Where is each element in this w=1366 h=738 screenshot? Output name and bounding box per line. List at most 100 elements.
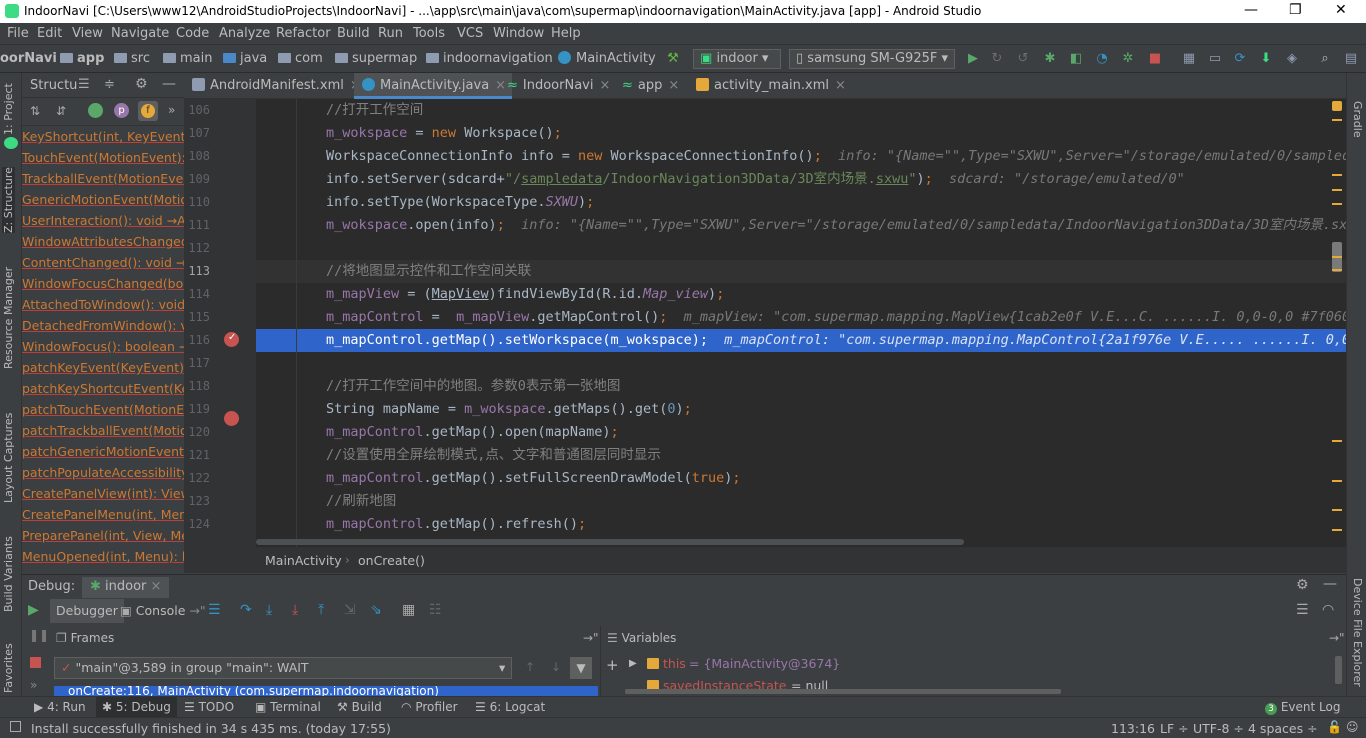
inspector-icon[interactable]: ☺ [1346, 720, 1359, 734]
structure-item[interactable]: GenericMotionEvent(MotionE [22, 192, 184, 213]
gear-icon[interactable]: ⚙ [135, 76, 148, 92]
structure-item[interactable]: PreparePanel(int, View, Men [22, 528, 184, 549]
horizontal-scrollbar[interactable] [625, 689, 1061, 694]
close-tab-icon[interactable]: × [668, 78, 679, 93]
menu-help[interactable]: Help [551, 26, 581, 41]
frame-row[interactable]: onCreate:116, MainActivity (com.supermap… [54, 686, 598, 696]
structure-item[interactable]: AttachedToWindow(): void → [22, 297, 184, 318]
hide-icon[interactable]: — [162, 76, 176, 92]
crumb-supermap[interactable]: supermap [335, 51, 417, 66]
up-arrow-icon[interactable]: ↑ [525, 660, 535, 674]
more-icon[interactable]: » [30, 678, 37, 692]
profile-icon[interactable]: ◔ [1095, 52, 1109, 66]
menu-code[interactable]: Code [176, 26, 209, 41]
fields-toggle[interactable]: f [138, 101, 158, 121]
structure-item[interactable]: patchGenericMotionEvent(M [22, 444, 184, 465]
structure-item[interactable]: DetachedFromWindow(): voi [22, 318, 184, 339]
close-tab-icon[interactable]: × [151, 579, 162, 594]
menu-tools[interactable]: Tools [413, 26, 445, 41]
coverage-icon[interactable]: ◧ [1069, 52, 1083, 66]
more-icon[interactable]: » [168, 103, 175, 117]
settings-icon[interactable]: ▤ [1344, 52, 1358, 66]
layout-captures-tab[interactable]: Layout Captures [2, 413, 15, 503]
logcat-tab[interactable]: ☰ 6: Logcat [475, 700, 545, 714]
var-this-name[interactable]: this [663, 656, 686, 671]
tab-app[interactable]: ≈ app × [614, 73, 685, 99]
tab-androidmanifest[interactable]: AndroidManifest.xml× [184, 73, 367, 99]
event-log-tab[interactable]: 3 Event Log [1265, 700, 1340, 715]
lock-icon[interactable]: 🔓 [1327, 720, 1342, 734]
search-icon[interactable]: ⌕ [1318, 52, 1332, 66]
crumb-com[interactable]: com [278, 51, 323, 66]
crumb-mainactivity[interactable]: MainActivity [558, 51, 656, 66]
hammer-icon[interactable]: ⚒ [666, 52, 680, 66]
structure-item[interactable]: ContentChanged(): void →Ac [22, 255, 184, 276]
sort-alpha-icon[interactable]: ⇵ [56, 104, 66, 118]
structure-item[interactable]: UserInteraction(): void →Act [22, 213, 184, 234]
tab-indoornavi[interactable]: ≈ IndoorNavi × [499, 73, 616, 99]
gauge-icon[interactable]: ◠ [1322, 602, 1334, 618]
structure-item[interactable]: WindowAttributesChanged(L [22, 234, 184, 255]
layout-icon[interactable]: ☰ [1296, 602, 1309, 618]
breakpoint-icon[interactable] [224, 411, 239, 426]
menu-file[interactable]: File [7, 26, 29, 41]
favorites-tab[interactable]: Favorites [2, 643, 15, 693]
expand-icon[interactable]: ≑ [104, 77, 115, 92]
layout-inspector-icon[interactable]: ◈ [1285, 52, 1299, 66]
close-tab-icon[interactable]: × [835, 78, 846, 93]
profiler-tab[interactable]: ◠ Profiler [401, 700, 458, 714]
run-to-cursor-icon[interactable]: ⇘ [370, 602, 382, 618]
device-file-explorer-tab[interactable]: Device File Explorer [1351, 578, 1364, 687]
vertical-scrollbar[interactable] [1335, 656, 1342, 684]
properties-icon[interactable]: p [114, 103, 129, 118]
run-tab[interactable]: ▶ 4: Run [34, 700, 86, 714]
step-into-icon[interactable]: ⤓ [266, 602, 272, 618]
menu-navigate[interactable]: Navigate [111, 26, 169, 41]
pin-icon[interactable]: →" [1329, 631, 1345, 645]
close-button[interactable]: ✕ [1335, 2, 1347, 18]
stop-icon[interactable]: ■ [1148, 52, 1162, 66]
structure-item[interactable]: MenuOpened(int, Menu): bo [22, 549, 184, 568]
thread-dropdown[interactable]: ✓ "main"@3,589 in group "main": WAIT ▾ [54, 657, 512, 679]
structure-item[interactable]: patchKeyEvent(KeyEvent): b [22, 360, 184, 381]
breakpoint-icon[interactable]: ✓ [224, 332, 239, 347]
evaluate-icon[interactable]: ▦ [402, 602, 415, 618]
show-execution-point-icon[interactable]: ☰ [208, 602, 221, 618]
tab-mainactivity[interactable]: MainActivity.java × [354, 73, 513, 99]
crumb-app[interactable]: app [60, 51, 104, 66]
step-out-icon[interactable]: ⤒ [318, 602, 324, 618]
structure-item[interactable]: KeyShortcut(int, KeyEvent): b [22, 129, 184, 150]
trace-icon[interactable]: ☷ [429, 602, 442, 618]
gradle-tab[interactable]: Gradle [1351, 101, 1364, 138]
sdk-manager-icon[interactable]: ⬇ [1259, 52, 1273, 66]
debugger-tab[interactable]: Debugger [50, 599, 124, 623]
crumb-indoornavigation[interactable]: indoornavigation [426, 51, 553, 66]
minimize-button[interactable]: — [1244, 2, 1258, 18]
expand-arrow-icon[interactable]: ▶ [629, 658, 637, 669]
breadcrumb-method[interactable]: onCreate() [358, 553, 425, 568]
project-tool-tab[interactable]: 1: Project [2, 83, 15, 135]
run-icon[interactable]: ▶ [966, 52, 980, 66]
crumb-src[interactable]: src [114, 51, 150, 66]
breadcrumb-class[interactable]: MainActivity [265, 553, 342, 568]
apply-changes-icon[interactable]: ↻ [990, 52, 1004, 66]
crumb-main[interactable]: main [163, 51, 212, 66]
structure-item[interactable]: CreatePanelView(int): View → [22, 486, 184, 507]
drop-frame-icon[interactable]: ⇲ [344, 602, 356, 618]
build-tab[interactable]: ⚒ Build [337, 700, 382, 714]
structure-item[interactable]: patchKeyShortcutEvent(KeyE [22, 381, 184, 402]
todo-tab[interactable]: ☰ TODO [184, 700, 234, 714]
line-separator[interactable]: LF ÷ [1160, 721, 1189, 736]
down-arrow-icon[interactable]: ↓ [551, 660, 561, 674]
project-structure-icon[interactable]: ▦ [1182, 52, 1196, 66]
crumb-java[interactable]: java [223, 51, 267, 66]
status-message[interactable]: Install successfully finished in 34 s 43… [31, 721, 391, 736]
menu-edit[interactable]: Edit [37, 26, 62, 41]
tool-window-icon[interactable] [10, 721, 21, 732]
crumb-project[interactable]: oorNavi [0, 51, 57, 66]
debug-session-tab[interactable]: ✱ indoor × [82, 577, 170, 598]
resource-manager-tab[interactable]: Resource Manager [2, 267, 15, 369]
build-variants-tab[interactable]: Build Variants [2, 536, 15, 612]
hide-icon[interactable]: — [1323, 576, 1337, 592]
menu-window[interactable]: Window [493, 26, 544, 41]
